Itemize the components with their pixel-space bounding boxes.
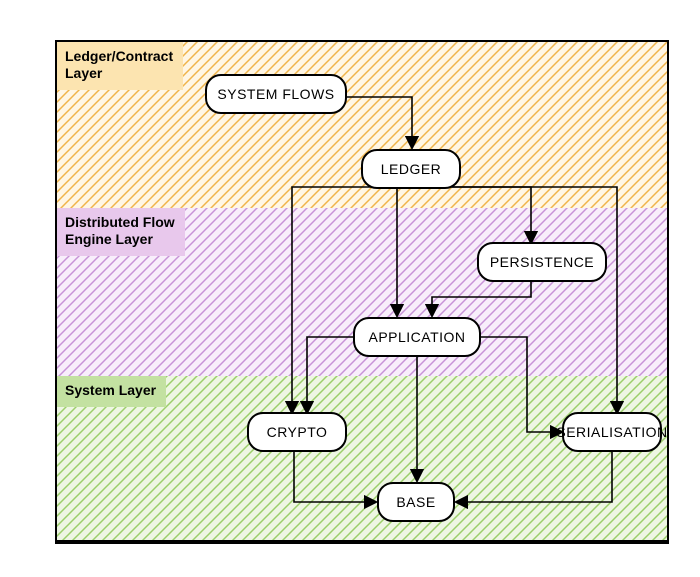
node-label: PERSISTENCE [490,254,594,270]
node-label: LEDGER [381,161,442,177]
layer-label-text: Ledger/Contract Layer [65,48,173,81]
layer-label-text: Distributed Flow Engine Layer [65,214,175,247]
node-serialisation: SERIALISATION [562,412,662,452]
layer-ledger-contract: Ledger/Contract Layer [57,42,667,210]
node-label: SYSTEM FLOWS [217,86,334,102]
layer-label: System Layer [57,376,166,407]
node-label: APPLICATION [368,329,465,345]
node-ledger: LEDGER [361,149,461,189]
node-base: BASE [377,482,455,522]
diagram-frame: Ledger/Contract Layer Distributed Flow E… [55,40,669,544]
node-application: APPLICATION [353,317,481,357]
layer-label: Distributed Flow Engine Layer [57,208,185,256]
layer-system: System Layer [57,376,667,542]
node-crypto: CRYPTO [247,412,347,452]
node-persistence: PERSISTENCE [477,242,607,282]
node-label: CRYPTO [267,424,328,440]
layer-label: Ledger/Contract Layer [57,42,183,90]
node-label: BASE [396,494,435,510]
node-system-flows: SYSTEM FLOWS [205,74,347,114]
architecture-diagram: Ledger/Contract Layer Distributed Flow E… [20,20,680,557]
node-label: SERIALISATION [556,424,667,440]
layer-label-text: System Layer [65,382,156,398]
